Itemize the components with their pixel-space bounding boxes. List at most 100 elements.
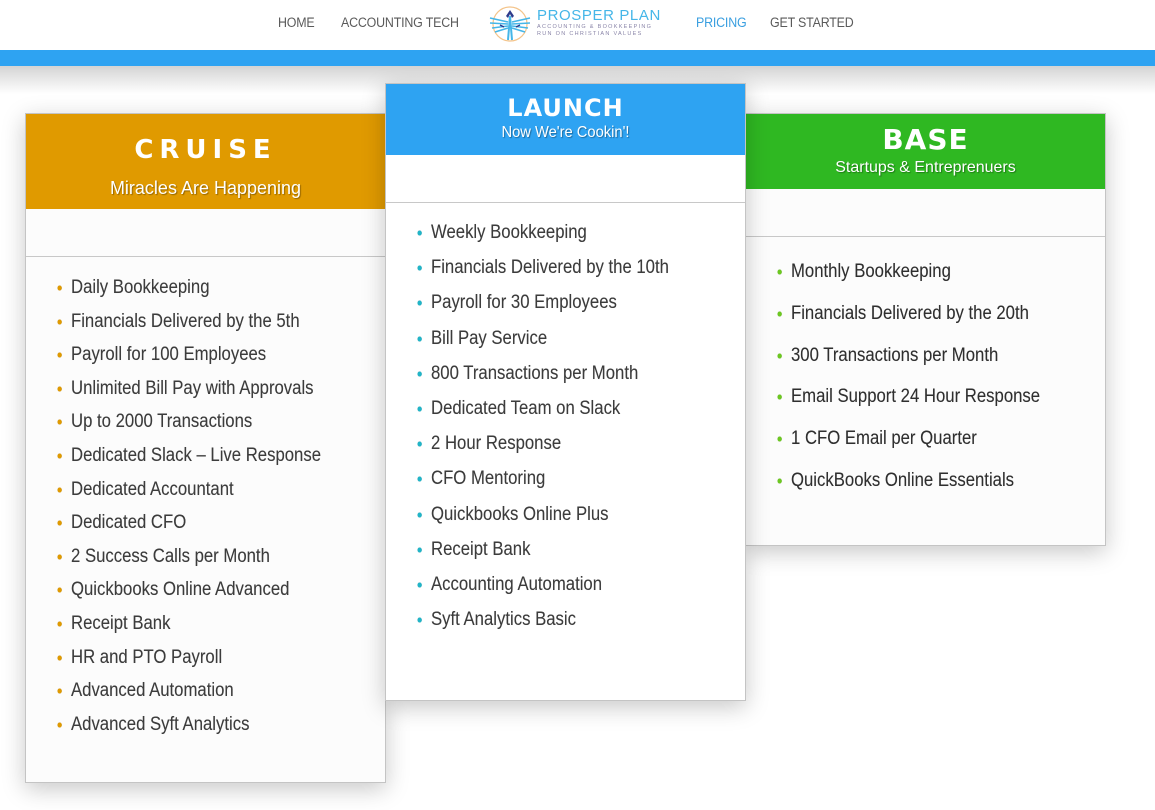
feature-item: • 1 CFO Email per Quarter: [777, 428, 1067, 470]
feature-text: Dedicated CFO: [71, 512, 187, 534]
feature-text: Bill Pay Service: [431, 327, 548, 349]
feature-text: Receipt Bank: [431, 538, 531, 560]
base-card-header: BASE Startups & Entreprenuers: [746, 114, 1105, 189]
pricing-card-launch: LAUNCH Now We're Cookin'! • Weekly Bookke…: [385, 83, 746, 701]
bullet-icon: •: [56, 714, 63, 735]
logo-tagline-2: RUN ON CHRISTIAN VALUES: [537, 31, 643, 37]
feature-item: • Dedicated Slack – Live Response: [57, 444, 347, 479]
feature-item: • Weekly Bookkeeping: [417, 222, 707, 257]
launch-feature-list: • Weekly Bookkeeping • Financials Delivered…: [386, 203, 745, 644]
feature-item: • Quickbooks Online Advanced: [57, 579, 347, 613]
feature-item: • Financials Delivered by the 10th: [417, 257, 707, 292]
bullet-icon: •: [416, 574, 423, 595]
feature-item: • CFO Mentoring: [417, 468, 707, 503]
bullet-icon: •: [416, 434, 423, 455]
feature-item: • Monthly Bookkeeping: [777, 261, 1067, 303]
feature-item: • Financials Delivered by the 20th: [777, 302, 1067, 345]
base-price-area: [746, 189, 1105, 237]
cruise-plan-subtitle: Miracles Are Happening: [109, 178, 302, 198]
nav-pricing-link[interactable]: PRICING: [696, 15, 747, 30]
nav-accounting-tech-link[interactable]: ACCOUNTING TECH: [341, 15, 459, 30]
feature-item: • Up to 2000 Transactions: [57, 411, 347, 445]
cruise-plan-title: CRUISE: [134, 135, 277, 165]
feature-item: • Dedicated CFO: [57, 512, 347, 546]
bullet-icon: •: [56, 613, 63, 634]
cruise-price-area: [26, 209, 385, 257]
feature-text: Financials Delivered by the 20th: [791, 302, 1029, 324]
feature-item: • Advanced Automation: [57, 680, 347, 714]
header-accent-band: [0, 50, 1155, 66]
prosper-plan-logo[interactable]: PROSPER PLAN ACCOUNTING & BOOKKEEPING RU…: [486, 4, 666, 44]
bullet-icon: •: [776, 470, 783, 491]
bullet-icon: •: [56, 412, 63, 433]
feature-text: Email Support 24 Hour Response: [791, 386, 1041, 408]
bullet-icon: •: [776, 387, 783, 408]
cruise-card-header: CRUISE Miracles Are Happening: [26, 114, 385, 209]
bullet-icon: •: [416, 258, 423, 279]
bullet-icon: •: [416, 469, 423, 490]
feature-text: Receipt Bank: [71, 612, 171, 634]
logo-title: PROSPER PLAN: [537, 7, 661, 24]
bullet-icon: •: [416, 363, 423, 384]
bullet-icon: •: [416, 539, 423, 560]
nav-get-started-link[interactable]: GET STARTED: [770, 15, 854, 30]
feature-item: • Receipt Bank: [57, 612, 347, 647]
feature-text: 1 CFO Email per Quarter: [791, 428, 977, 450]
feature-text: CFO Mentoring: [431, 468, 546, 490]
pricing-card-cruise: CRUISE Miracles Are Happening • Daily Boo…: [25, 113, 386, 783]
feature-text: Dedicated Slack – Live Response: [71, 444, 322, 466]
feature-item: • Quickbooks Online Plus: [417, 503, 707, 539]
feature-item: • Payroll for 30 Employees: [417, 292, 707, 327]
feature-text: Dedicated Team on Slack: [431, 397, 621, 419]
feature-item: • HR and PTO Payroll: [57, 646, 347, 681]
feature-item: • Syft Analytics Basic: [417, 609, 707, 644]
bullet-icon: •: [776, 262, 783, 282]
launch-plan-title: LAUNCH: [507, 94, 624, 122]
feature-item: • Email Support 24 Hour Response: [777, 386, 1067, 428]
feature-text: Daily Bookkeeping: [71, 277, 210, 298]
bullet-icon: •: [416, 223, 423, 243]
pricing-card-base: BASE Startups & Entreprenuers • Monthly B…: [745, 113, 1106, 546]
feature-text: HR and PTO Payroll: [71, 646, 223, 668]
feature-text: Financials Delivered by the 10th: [431, 257, 669, 279]
feature-text: 300 Transactions per Month: [791, 344, 999, 366]
eagle-logo-icon: [489, 6, 531, 42]
base-plan-title: BASE: [882, 123, 969, 156]
feature-text: Advanced Syft Analytics: [71, 713, 250, 735]
bullet-icon: •: [56, 345, 63, 366]
top-navigation: HOME ACCOUNTING TECH PROSPER PLAN ACCOUN…: [0, 0, 1155, 50]
bullet-icon: •: [416, 328, 423, 349]
feature-item: • 300 Transactions per Month: [777, 344, 1067, 387]
bullet-icon: •: [56, 378, 63, 399]
cruise-feature-list: • Daily Bookkeeping • Financials Delivered …: [26, 257, 385, 747]
feature-text: Financials Delivered by the 5th: [71, 310, 300, 332]
feature-text: Up to 2000 Transactions: [71, 411, 253, 433]
bullet-icon: •: [56, 278, 63, 298]
bullet-icon: •: [776, 429, 783, 450]
feature-item: • Bill Pay Service: [417, 327, 707, 363]
feature-text: Quickbooks Online Plus: [431, 503, 609, 525]
feature-item: • 800 Transactions per Month: [417, 362, 707, 398]
feature-text: Syft Analytics Basic: [431, 609, 576, 631]
feature-text: 2 Success Calls per Month: [71, 545, 270, 567]
feature-item: • Dedicated Accountant: [57, 479, 347, 513]
feature-item: • Daily Bookkeeping: [57, 277, 347, 311]
logo-tagline-1: ACCOUNTING & BOOKKEEPING: [537, 24, 653, 30]
feature-text: 2 Hour Response: [431, 433, 562, 455]
feature-text: Payroll for 100 Employees: [71, 344, 267, 366]
feature-text: 800 Transactions per Month: [431, 362, 639, 384]
feature-text: Accounting Automation: [431, 573, 603, 595]
feature-item: • QuickBooks Online Essentials: [777, 470, 1067, 512]
bullet-icon: •: [56, 546, 63, 567]
bullet-icon: •: [416, 398, 423, 419]
bullet-icon: •: [56, 311, 63, 332]
feature-text: Payroll for 30 Employees: [431, 292, 617, 314]
bullet-icon: •: [56, 580, 63, 601]
feature-text: Quickbooks Online Advanced: [71, 579, 290, 601]
bullet-icon: •: [56, 513, 63, 534]
feature-text: Weekly Bookkeeping: [431, 222, 587, 243]
nav-home-link[interactable]: HOME: [278, 15, 315, 30]
base-plan-subtitle: Startups & Entreprenuers: [835, 159, 1016, 176]
bullet-icon: •: [416, 504, 423, 525]
base-feature-list: • Monthly Bookkeeping • Financials Delivere…: [746, 237, 1105, 512]
